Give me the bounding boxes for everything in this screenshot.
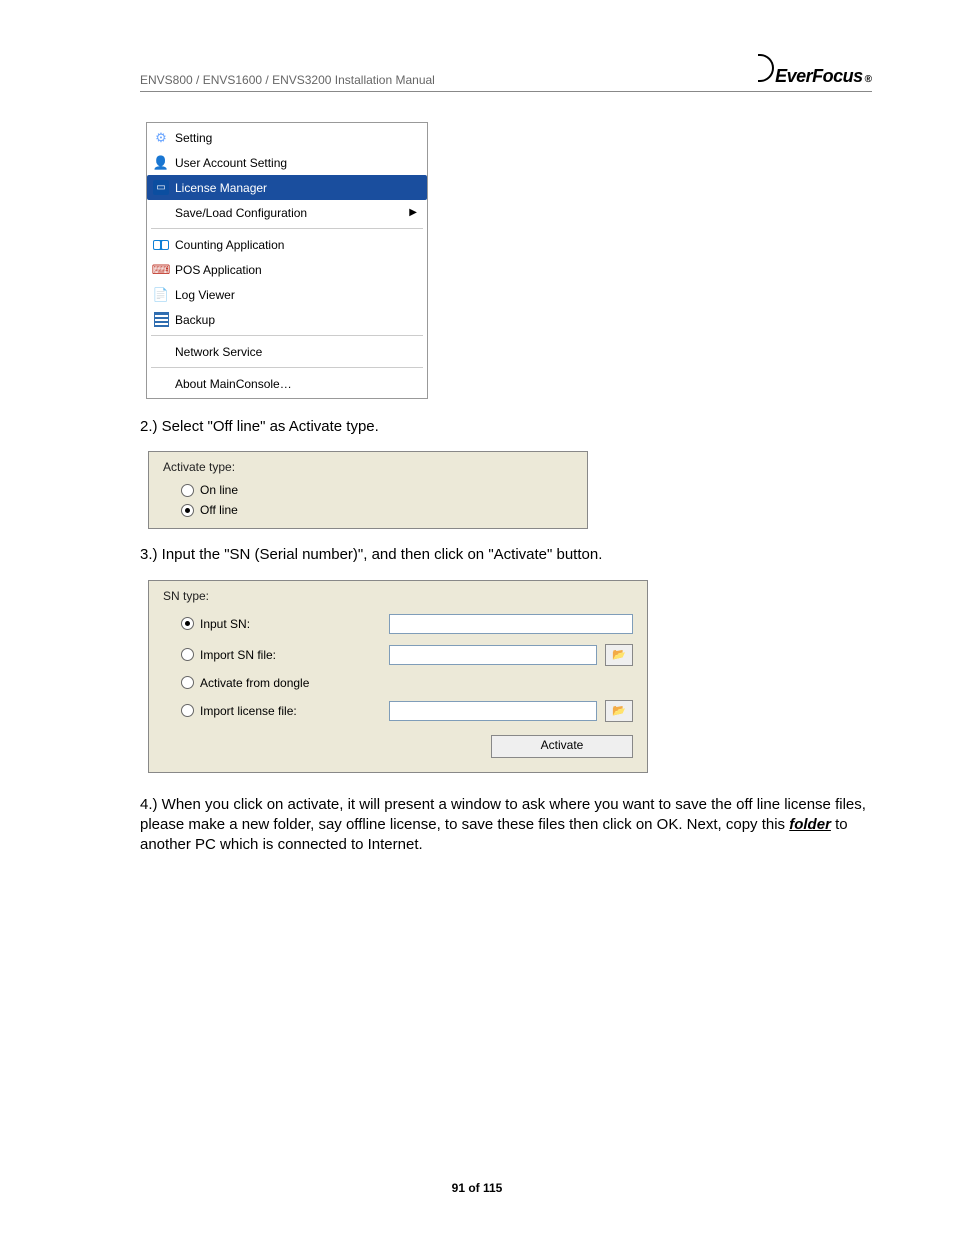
- import-sn-path-input[interactable]: [389, 645, 597, 665]
- activate-type-panel: Activate type: On line Off line: [148, 451, 588, 529]
- card-icon: ▭: [153, 180, 169, 196]
- menu-item-license-manager[interactable]: ▭ License Manager: [147, 175, 427, 200]
- radio-icon: [181, 617, 194, 630]
- menu-item-about[interactable]: About MainConsole…: [147, 371, 427, 396]
- menu-separator: [151, 228, 423, 229]
- menu-item-network-service[interactable]: Network Service: [147, 339, 427, 364]
- radio-input-sn[interactable]: Input SN:: [181, 617, 381, 631]
- radio-icon: [181, 484, 194, 497]
- menu-item-setting[interactable]: ⚙ Setting: [147, 125, 427, 150]
- menu-label: License Manager: [175, 181, 267, 195]
- radio-icon: [181, 676, 194, 689]
- radio-label: Off line: [200, 503, 238, 517]
- radio-label: Import license file:: [200, 704, 297, 718]
- row-input-sn: Input SN:: [163, 609, 633, 639]
- sn-type-label: SN type:: [163, 589, 633, 603]
- radio-icon: [181, 704, 194, 717]
- logo-registered: ®: [865, 74, 872, 85]
- folder-icon: 📂: [612, 648, 626, 661]
- logo-mark-icon: [758, 54, 774, 82]
- radio-icon: [181, 648, 194, 661]
- user-icon: 👤: [153, 155, 169, 171]
- menu-item-pos[interactable]: ⌨ POS Application: [147, 257, 427, 282]
- browse-license-button[interactable]: 📂: [605, 700, 633, 722]
- row-import-sn: Import SN file: 📂: [163, 639, 633, 671]
- logo-text: EverFocus: [775, 66, 863, 87]
- radio-import-sn[interactable]: Import SN file:: [181, 648, 381, 662]
- sn-text-input[interactable]: [389, 614, 633, 634]
- activate-type-label: Activate type:: [163, 460, 573, 474]
- row-from-dongle: Activate from dongle: [163, 671, 633, 695]
- menu-label: POS Application: [175, 263, 262, 277]
- pos-icon: ⌨: [153, 262, 169, 278]
- menu-item-counting[interactable]: Counting Application: [147, 232, 427, 257]
- radio-label: Input SN:: [200, 617, 250, 631]
- folder-icon: 📂: [612, 704, 626, 717]
- header-title: ENVS800 / ENVS1600 / ENVS3200 Installati…: [140, 73, 435, 87]
- submenu-arrow-icon: ▶: [409, 207, 417, 218]
- activate-button-row: Activate: [163, 727, 633, 758]
- step-4-pre: 4.) When you click on activate, it will …: [140, 796, 866, 833]
- menu-label: Backup: [175, 313, 215, 327]
- browse-sn-button[interactable]: 📂: [605, 644, 633, 666]
- step-4-folder: folder: [789, 816, 831, 833]
- menu-separator: [151, 335, 423, 336]
- radio-label: On line: [200, 483, 238, 497]
- radio-label: Activate from dongle: [200, 676, 309, 690]
- menu-label: Save/Load Configuration: [175, 206, 307, 220]
- step-3-text: 3.) Input the "SN (Serial number)", and …: [140, 545, 872, 565]
- menu-separator: [151, 367, 423, 368]
- menu-label: Log Viewer: [175, 288, 235, 302]
- document-page: ENVS800 / ENVS1600 / ENVS3200 Installati…: [0, 0, 954, 1235]
- import-license-path-input[interactable]: [389, 701, 597, 721]
- radio-icon: [181, 504, 194, 517]
- brand-logo: EverFocus ®: [758, 54, 872, 87]
- menu-item-log-viewer[interactable]: 📄 Log Viewer: [147, 282, 427, 307]
- row-import-license: Import license file: 📂: [163, 695, 633, 727]
- radio-from-dongle[interactable]: Activate from dongle: [181, 676, 381, 690]
- step-2-text: 2.) Select "Off line" as Activate type.: [140, 417, 872, 437]
- menu-label: Network Service: [175, 345, 262, 359]
- counting-icon: [153, 237, 169, 253]
- page-number: 91 of 115: [0, 1181, 954, 1195]
- menu-label: User Account Setting: [175, 156, 287, 170]
- activate-button[interactable]: Activate: [491, 735, 633, 758]
- backup-icon: [153, 312, 169, 328]
- step-4-text: 4.) When you click on activate, it will …: [140, 795, 872, 856]
- log-icon: 📄: [153, 287, 169, 303]
- menu-item-user-account[interactable]: 👤 User Account Setting: [147, 150, 427, 175]
- page-header: ENVS800 / ENVS1600 / ENVS3200 Installati…: [140, 54, 872, 92]
- radio-import-license[interactable]: Import license file:: [181, 704, 381, 718]
- radio-online[interactable]: On line: [163, 480, 573, 500]
- menu-item-backup[interactable]: Backup: [147, 307, 427, 332]
- menu-item-save-load[interactable]: Save/Load Configuration ▶: [147, 200, 427, 225]
- context-menu: ⚙ Setting 👤 User Account Setting ▭ Licen…: [146, 122, 428, 399]
- menu-label: About MainConsole…: [175, 377, 292, 391]
- radio-offline[interactable]: Off line: [163, 500, 573, 520]
- gear-icon: ⚙: [153, 130, 169, 146]
- menu-label: Setting: [175, 131, 212, 145]
- sn-type-panel: SN type: Input SN: Import SN file: 📂 Act…: [148, 580, 648, 773]
- radio-label: Import SN file:: [200, 648, 276, 662]
- menu-label: Counting Application: [175, 238, 284, 252]
